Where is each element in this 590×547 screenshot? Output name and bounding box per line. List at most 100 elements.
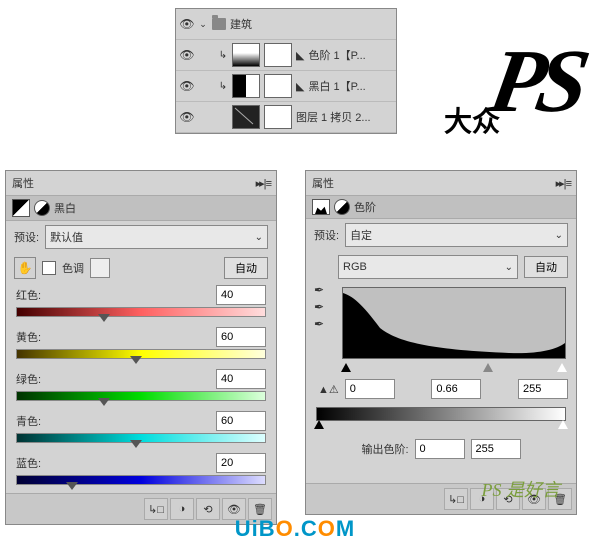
slider-value-input[interactable] [216, 369, 266, 389]
slider-value-input[interactable] [216, 411, 266, 431]
output-black-input[interactable] [415, 439, 465, 459]
preset-label: 预设: [314, 227, 339, 243]
slider-track[interactable] [16, 391, 266, 401]
tab-properties[interactable]: 属性 [312, 175, 334, 191]
slider-value-input[interactable] [216, 327, 266, 347]
tint-row: ✋ 色调 自动 [6, 253, 276, 283]
collapse-icon[interactable]: ▸▸ | ≡ [556, 177, 570, 190]
layer-row[interactable]: 👁 ↳ ◣ 色阶 1【P... [176, 40, 396, 71]
preset-select[interactable]: 自定 [345, 223, 568, 247]
visibility-icon[interactable]: 👁 [180, 79, 194, 93]
slider-track[interactable] [16, 349, 266, 359]
layer-thumb [232, 105, 260, 129]
output-white-slider[interactable] [558, 420, 568, 429]
slider-thumb[interactable] [98, 398, 110, 406]
layer-row[interactable]: 👁 ↳ ◣ 黑白 1【P... [176, 71, 396, 102]
panel-header: 黑白 [6, 196, 276, 221]
gamma-input[interactable] [431, 379, 481, 399]
slider-track[interactable] [16, 307, 266, 317]
visibility-icon[interactable]: 👁 [180, 17, 194, 31]
channel-select[interactable]: RGB [338, 255, 518, 279]
slider-label: 红色: [16, 287, 41, 303]
slider-track[interactable] [16, 475, 266, 485]
slider-label: 黄色: [16, 329, 41, 345]
gray-eyedropper-icon[interactable]: ✒ [310, 300, 328, 314]
bw-properties-panel: 属性 ▸▸ | ≡ 黑白 预设: 默认值 ✋ 色调 自动 红色: 黄色: 绿色: 青色… [5, 170, 277, 525]
chevron-down-icon [255, 231, 263, 243]
visibility-icon[interactable]: 👁 [180, 48, 194, 62]
preset-select[interactable]: 默认值 [45, 225, 268, 249]
auto-button[interactable]: 自动 [224, 257, 268, 279]
clip-button[interactable]: ↳□ [144, 498, 168, 520]
layer-name[interactable]: 图层 1 拷贝 2... [296, 109, 392, 125]
mask-icon[interactable] [34, 200, 50, 216]
gamma-slider[interactable] [483, 363, 493, 372]
corner-icon: ◣ [296, 80, 304, 93]
panel-header: 色阶 [306, 196, 576, 219]
panel-title: 黑白 [54, 200, 76, 216]
slider-label: 蓝色: [16, 455, 41, 471]
slider-thumb[interactable] [130, 356, 142, 364]
black-input[interactable] [345, 379, 395, 399]
color-slider-row: 黄色: [6, 325, 276, 367]
layer-row[interactable]: 👁 图层 1 拷贝 2... [176, 102, 396, 133]
reset-button[interactable]: ⟲ [196, 498, 220, 520]
slider-label: 绿色: [16, 371, 41, 387]
clip-button[interactable]: ↳□ [444, 488, 468, 510]
adjustment-thumb [232, 43, 260, 67]
panel-title: 色阶 [354, 199, 376, 215]
slider-track[interactable] [16, 433, 266, 443]
histogram-warn-icon[interactable]: ▲⚠ [314, 383, 339, 396]
mask-thumb [264, 43, 292, 67]
tab-properties[interactable]: 属性 [12, 175, 34, 191]
slider-thumb[interactable] [130, 440, 142, 448]
output-values-row: 输出色阶: [306, 425, 576, 463]
panel-tab-bar: 属性 ▸▸ | ≡ [306, 171, 576, 196]
slider-value-input[interactable] [216, 453, 266, 473]
white-point-slider[interactable] [557, 363, 567, 372]
scrubby-icon[interactable]: ✋ [14, 257, 36, 279]
levels-properties-panel: 属性 ▸▸ | ≡ 色阶 预设: 自定 RGB 自动 ✒ ✒ ✒ [305, 170, 577, 515]
layers-panel: 👁 ⌄ 建筑 👁 ↳ ◣ 色阶 1【P... 👁 ↳ ◣ 黑白 1【P... 👁… [175, 8, 397, 134]
auto-button[interactable]: 自动 [524, 256, 568, 278]
slider-label: 青色: [16, 413, 41, 429]
black-eyedropper-icon[interactable]: ✒ [310, 283, 328, 297]
panel-tab-bar: 属性 ▸▸ | ≡ [6, 171, 276, 196]
slider-value-input[interactable] [216, 285, 266, 305]
chevron-down-icon [505, 261, 513, 273]
folder-icon [212, 18, 226, 30]
expand-icon[interactable]: ⌄ [198, 19, 208, 30]
layer-name[interactable]: 色阶 1【P... [308, 47, 392, 63]
channel-row: RGB 自动 [306, 251, 576, 283]
collapse-icon[interactable]: ▸▸ | ≡ [256, 177, 270, 190]
adjustment-thumb [232, 74, 260, 98]
tint-label: 色调 [62, 260, 84, 276]
tint-swatch[interactable] [90, 258, 110, 278]
prev-state-button[interactable]: ◑ [170, 498, 194, 520]
black-point-slider[interactable] [341, 363, 351, 372]
tint-checkbox[interactable] [42, 261, 56, 275]
clip-icon: ↳ [218, 81, 228, 92]
color-slider-row: 绿色: [6, 367, 276, 409]
layer-name[interactable]: 黑白 1【P... [308, 78, 392, 94]
watermark-signature: PS 是好言 [482, 476, 561, 502]
preset-row: 预设: 默认值 [6, 221, 276, 253]
output-black-slider[interactable] [314, 420, 324, 429]
output-white-input[interactable] [471, 439, 521, 459]
slider-thumb[interactable] [98, 314, 110, 322]
visibility-icon[interactable]: 👁 [180, 110, 194, 124]
mask-thumb [264, 74, 292, 98]
layer-group-row[interactable]: 👁 ⌄ 建筑 [176, 9, 396, 40]
slider-thumb[interactable] [66, 482, 78, 490]
levels-icon [312, 199, 330, 215]
mask-icon[interactable] [334, 199, 350, 215]
preset-row: 预设: 自定 [306, 219, 576, 251]
output-gradient[interactable] [316, 407, 566, 421]
brand-watermark: UiBO.COM [235, 516, 355, 542]
input-values-row: ▲⚠ [306, 375, 576, 403]
color-slider-row: 红色: [6, 283, 276, 325]
white-eyedropper-icon[interactable]: ✒ [310, 317, 328, 331]
white-input[interactable] [518, 379, 568, 399]
layer-group-name[interactable]: 建筑 [230, 16, 392, 32]
input-sliders[interactable] [342, 363, 566, 375]
